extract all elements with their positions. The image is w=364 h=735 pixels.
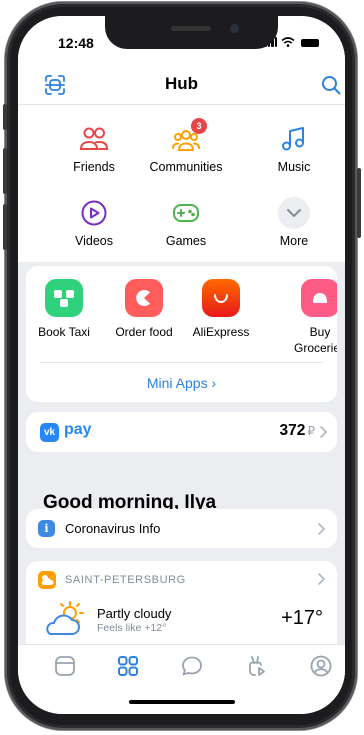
battery-icon [301,39,319,47]
service-label: Games [165,234,207,248]
mini-apps-card: Book Taxi Order food AliExpress Buy Groc… [26,266,337,402]
mini-apps-link[interactable]: Mini Apps › [26,375,337,391]
notch [105,16,278,49]
mini-app-label: Book Taxi [38,325,90,339]
weather-feels-like: Feels like +12° [97,622,167,634]
volume-down-button [3,204,7,250]
power-button [357,168,361,238]
services-panel: 12:48 Hub Friends 3 Communities Music Vi… [18,16,345,262]
videos-icon [81,200,107,226]
service-more[interactable]: More [244,197,344,248]
music-icon [282,127,304,151]
profile-icon[interactable] [309,654,333,678]
search-icon[interactable] [320,74,342,96]
food-app-icon [125,279,163,317]
weather-widget-icon [38,571,56,589]
service-communities[interactable]: 3 Communities [136,118,236,174]
service-label: Friends [73,160,115,174]
mini-app-label: Order food [115,325,173,339]
vk-pay-card[interactable]: vk pay 372 ₽ [26,412,337,452]
vk-pay-label: pay [64,421,92,438]
volume-up-button [3,148,7,194]
mini-app-order-food[interactable]: Order food [104,279,184,340]
mini-app-label: AliExpress [192,325,250,339]
notification-badge: 3 [191,118,207,134]
messages-icon[interactable] [180,654,204,678]
weather-temperature: +17° [281,607,323,629]
phone-screen: 12:48 Hub Friends 3 Communities Music Vi… [18,16,345,714]
communities-icon-wrap: 3 [171,118,207,154]
mini-app-buy-groceries[interactable]: Buy Groceries [285,279,337,356]
vk-pay-balance: 372 ₽ [279,422,315,440]
games-icon [173,204,199,222]
balance-amount: 372 [279,422,306,439]
service-music[interactable]: Music [244,124,344,174]
partly-cloudy-icon [46,601,84,635]
service-label: Music [277,160,311,174]
taxi-app-icon [45,279,83,317]
friends-icon [79,127,109,150]
service-label: Communities [149,160,223,174]
weather-condition: Partly cloudy [97,606,172,621]
chevron-right-icon [320,426,327,438]
coronavirus-info-label: Coronavirus Info [65,521,161,536]
mini-app-aliexpress[interactable]: AliExpress [181,279,261,340]
coronavirus-info-card[interactable]: i Coronavirus Info [26,509,337,548]
home-indicator[interactable] [129,700,235,704]
service-games[interactable]: Games [136,198,236,248]
service-videos[interactable]: Videos [44,198,144,248]
aliexpress-app-icon [202,279,240,317]
service-label: More [279,234,309,248]
wifi-icon [281,37,295,47]
silent-switch [3,104,7,130]
page-title: Hub [164,74,199,93]
chevron-right-icon [318,523,325,535]
service-friends[interactable]: Friends [44,124,144,174]
status-time: 12:48 [58,35,94,51]
currency-symbol: ₽ [307,424,315,438]
info-icon: i [38,520,55,537]
chevron-right-icon [318,573,325,585]
service-label: Videos [75,234,113,248]
clips-icon[interactable] [244,654,268,678]
weather-city: SAINT-PETERSBURG [65,574,186,586]
mini-app-book-taxi[interactable]: Book Taxi [26,279,104,340]
chevron-down-icon [287,209,301,217]
services-icon[interactable] [116,654,140,678]
mini-app-label: Buy Groceries [293,325,337,355]
vk-logo: vk [40,423,59,442]
groceries-app-icon [301,279,337,317]
news-icon[interactable] [53,654,77,678]
mini-apps-divider [40,362,323,363]
header-divider [18,104,345,105]
more-button[interactable] [278,197,310,229]
